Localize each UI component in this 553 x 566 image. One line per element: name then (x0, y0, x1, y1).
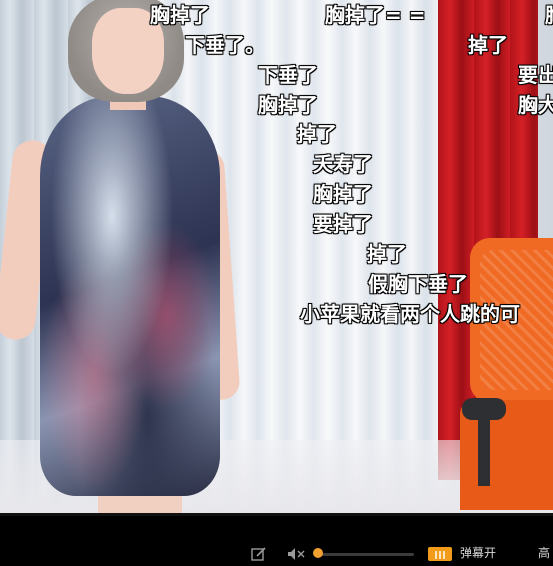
danmaku-comment: 掉了 (468, 33, 508, 57)
danmaku-comment: 胸 (545, 3, 553, 27)
danmaku-comment: 掉了 (367, 242, 407, 266)
danmaku-comment: 胸掉了 (313, 182, 373, 206)
mute-icon-glyph (288, 548, 305, 560)
danmaku-comment: 要出 (518, 63, 553, 87)
danmaku-comment: 下垂了。 (185, 33, 265, 57)
danmaku-comment: 掉了 (297, 122, 337, 146)
volume-slider-handle[interactable] (313, 548, 323, 558)
danmaku-icon-glyph (435, 551, 445, 559)
danmaku-comment: 下垂了 (258, 63, 318, 87)
control-bar-divider (0, 513, 553, 516)
volume-slider-track[interactable] (318, 553, 414, 556)
danmaku-comment: 假胸下垂了 (368, 272, 468, 296)
mute-icon[interactable] (287, 547, 305, 564)
danmaku-comment: 夭寿了 (313, 152, 373, 176)
edit-icon-glyph (251, 547, 266, 561)
danmaku-comment: 胸大 (518, 93, 553, 117)
edit-icon[interactable] (251, 547, 267, 564)
danmaku-comment: 胸掉了 (258, 93, 318, 117)
danmaku-comment: 胸掉了 (150, 3, 210, 27)
danmaku-comment: 小苹果就看两个人跳的可 (300, 302, 520, 326)
dancer-dress (40, 96, 220, 496)
danmaku-comment: 胸掉了= = (325, 3, 426, 27)
danmaku-comment: 要掉了 (313, 212, 373, 236)
danmaku-icon[interactable] (428, 547, 452, 561)
video-player[interactable]: 胸掉了 胸掉了= = 胸 下垂了。 掉了 下垂了 要出 胸掉了 胸大 掉了 夭寿… (0, 0, 553, 513)
chair-post (478, 416, 490, 486)
